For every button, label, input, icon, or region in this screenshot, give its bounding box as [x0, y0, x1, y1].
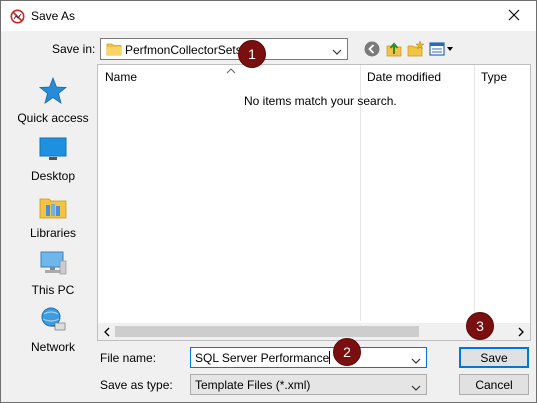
quick-access-star-icon	[38, 76, 68, 106]
close-button[interactable]	[492, 1, 536, 31]
empty-list-message: No items match your search.	[244, 94, 397, 108]
cancel-button[interactable]: Cancel	[459, 374, 529, 395]
save-as-type-label: Save as type:	[100, 378, 173, 392]
chevron-down-icon[interactable]	[411, 354, 421, 364]
save-as-type-value: Template Files (*.xml)	[195, 378, 311, 392]
scroll-left-icon[interactable]	[102, 326, 112, 337]
place-label: This PC	[31, 283, 75, 297]
chevron-down-icon	[411, 381, 421, 391]
place-quick-access[interactable]: Quick access	[9, 76, 97, 125]
save-button[interactable]: Save	[459, 347, 529, 368]
file-list-view[interactable]: Name Date modified Type No items match y…	[97, 64, 531, 341]
desktop-icon	[38, 134, 68, 164]
scrollbar-thumb[interactable]	[115, 326, 419, 337]
folder-icon	[106, 42, 122, 56]
file-name-field[interactable]: SQL Server Performance	[190, 347, 427, 368]
file-name-value: SQL Server Performance	[195, 351, 331, 365]
save-as-dialog: Save As Save in: PerfmonCollectorSets Qu…	[0, 0, 537, 403]
place-label: Network	[30, 340, 75, 354]
callout-badge-2: 2	[333, 338, 361, 366]
save-in-dropdown[interactable]: PerfmonCollectorSets	[100, 38, 348, 60]
up-one-level-icon[interactable]	[385, 40, 403, 58]
view-menu-icon[interactable]	[429, 40, 455, 58]
places-bar: Quick access Desktop Libraries This PC N…	[9, 64, 97, 354]
title-bar: Save As	[1, 1, 536, 31]
place-desktop[interactable]: Desktop	[9, 134, 97, 183]
text-caret	[329, 351, 331, 364]
scroll-right-icon[interactable]	[516, 326, 526, 337]
save-as-type-dropdown[interactable]: Template Files (*.xml)	[190, 374, 427, 395]
place-libraries[interactable]: Libraries	[9, 191, 97, 240]
place-network[interactable]: Network	[9, 305, 97, 354]
save-in-value: PerfmonCollectorSets	[125, 43, 242, 57]
file-name-label: File name:	[100, 351, 157, 365]
dialog-title: Save As	[31, 9, 76, 23]
place-this-pc[interactable]: This PC	[9, 248, 97, 297]
callout-badge-3: 3	[466, 312, 494, 340]
place-label: Desktop	[30, 169, 76, 183]
close-icon	[508, 9, 520, 24]
place-label: Quick access	[17, 111, 89, 125]
chevron-down-icon	[332, 45, 342, 55]
place-label: Libraries	[29, 226, 77, 240]
column-header-date-modified[interactable]: Date modified	[360, 65, 474, 89]
new-folder-icon[interactable]	[407, 40, 425, 58]
column-header-type[interactable]: Type	[474, 65, 530, 89]
callout-badge-1: 1	[238, 40, 266, 68]
save-in-label: Save in:	[52, 42, 96, 56]
this-pc-icon	[38, 248, 68, 278]
back-icon[interactable]	[363, 40, 381, 58]
libraries-icon	[38, 191, 68, 221]
network-icon	[38, 305, 68, 335]
dialog-app-icon	[10, 9, 25, 24]
sort-ascending-icon	[226, 63, 236, 74]
